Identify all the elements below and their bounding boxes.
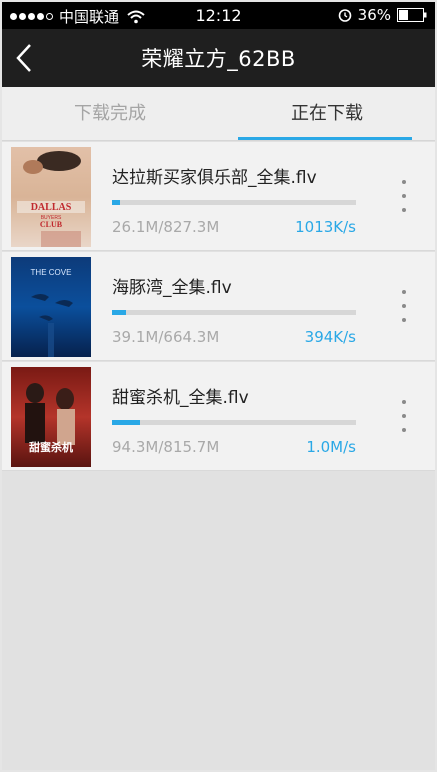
more-options-button[interactable] <box>394 400 414 432</box>
poster-thumbnail: 甜蜜杀机 <box>11 367 91 467</box>
progress-fill <box>112 200 120 205</box>
battery-icon <box>397 8 427 22</box>
poster-thumbnail: THE COVE <box>11 257 91 357</box>
more-options-button[interactable] <box>394 180 414 212</box>
tab-completed[interactable]: 下载完成 <box>2 87 218 140</box>
download-list: DALLAS BUYERS CLUB 达拉斯买家俱乐部_全集.flv 26.1M… <box>2 142 435 472</box>
file-name: 达拉斯买家俱乐部_全集.flv <box>112 168 317 188</box>
more-dot <box>402 318 406 322</box>
poster-image: THE COVE <box>11 257 91 357</box>
svg-text:甜蜜杀机: 甜蜜杀机 <box>29 440 73 454</box>
more-dot <box>402 208 406 212</box>
download-speed: 1.0M/s <box>306 438 356 456</box>
progress-bar <box>112 200 356 205</box>
battery-percent: 36% <box>357 6 391 24</box>
page-title: 荣耀立方_62BB <box>141 47 296 71</box>
poster-image: DALLAS BUYERS CLUB <box>11 147 91 247</box>
more-vertical-icon <box>402 180 406 184</box>
more-options-button[interactable] <box>394 290 414 322</box>
svg-text:CLUB: CLUB <box>40 220 63 229</box>
tab-downloading[interactable]: 正在下载 <box>219 87 435 140</box>
more-dot <box>402 428 406 432</box>
list-item[interactable]: THE COVE 海豚湾_全集.flv 39.1M/664.3M 394K/s <box>2 252 435 361</box>
more-vertical-icon <box>402 290 406 294</box>
downloaded-size: 26.1M/827.3M <box>112 218 220 236</box>
active-tab-indicator <box>238 137 412 140</box>
list-item[interactable]: DALLAS BUYERS CLUB 达拉斯买家俱乐部_全集.flv 26.1M… <box>2 142 435 251</box>
poster-image: 甜蜜杀机 <box>11 367 91 467</box>
status-bar: 中国联通 12:12 36% <box>2 2 435 29</box>
tab-bar: 下载完成 正在下载 <box>2 87 435 141</box>
svg-text:THE COVE: THE COVE <box>31 268 72 277</box>
more-dot <box>402 414 406 418</box>
file-name: 海豚湾_全集.flv <box>112 278 232 298</box>
poster-thumbnail: DALLAS BUYERS CLUB <box>11 147 91 247</box>
progress-fill <box>112 310 127 315</box>
list-item[interactable]: 甜蜜杀机 甜蜜杀机_全集.flv 94.3M/815.7M 1.0M/s <box>2 362 435 471</box>
alarm-clock-icon <box>338 9 351 22</box>
progress-fill <box>112 420 141 425</box>
svg-text:DALLAS: DALLAS <box>31 202 72 213</box>
more-dot <box>402 304 406 308</box>
download-speed: 394K/s <box>304 328 356 346</box>
file-name: 甜蜜杀机_全集.flv <box>112 388 249 408</box>
progress-bar <box>112 310 356 315</box>
more-dot <box>402 194 406 198</box>
screen: 中国联通 12:12 36% 荣耀立方_62BB 下载完成 正在下载 DALLA… <box>2 2 435 770</box>
downloaded-size: 94.3M/815.7M <box>112 438 220 456</box>
navigation-bar: 荣耀立方_62BB <box>2 29 435 87</box>
download-speed: 1013K/s <box>295 218 356 236</box>
more-vertical-icon <box>402 400 406 404</box>
progress-bar <box>112 420 356 425</box>
downloaded-size: 39.1M/664.3M <box>112 328 220 346</box>
status-right: 36% <box>338 6 427 24</box>
